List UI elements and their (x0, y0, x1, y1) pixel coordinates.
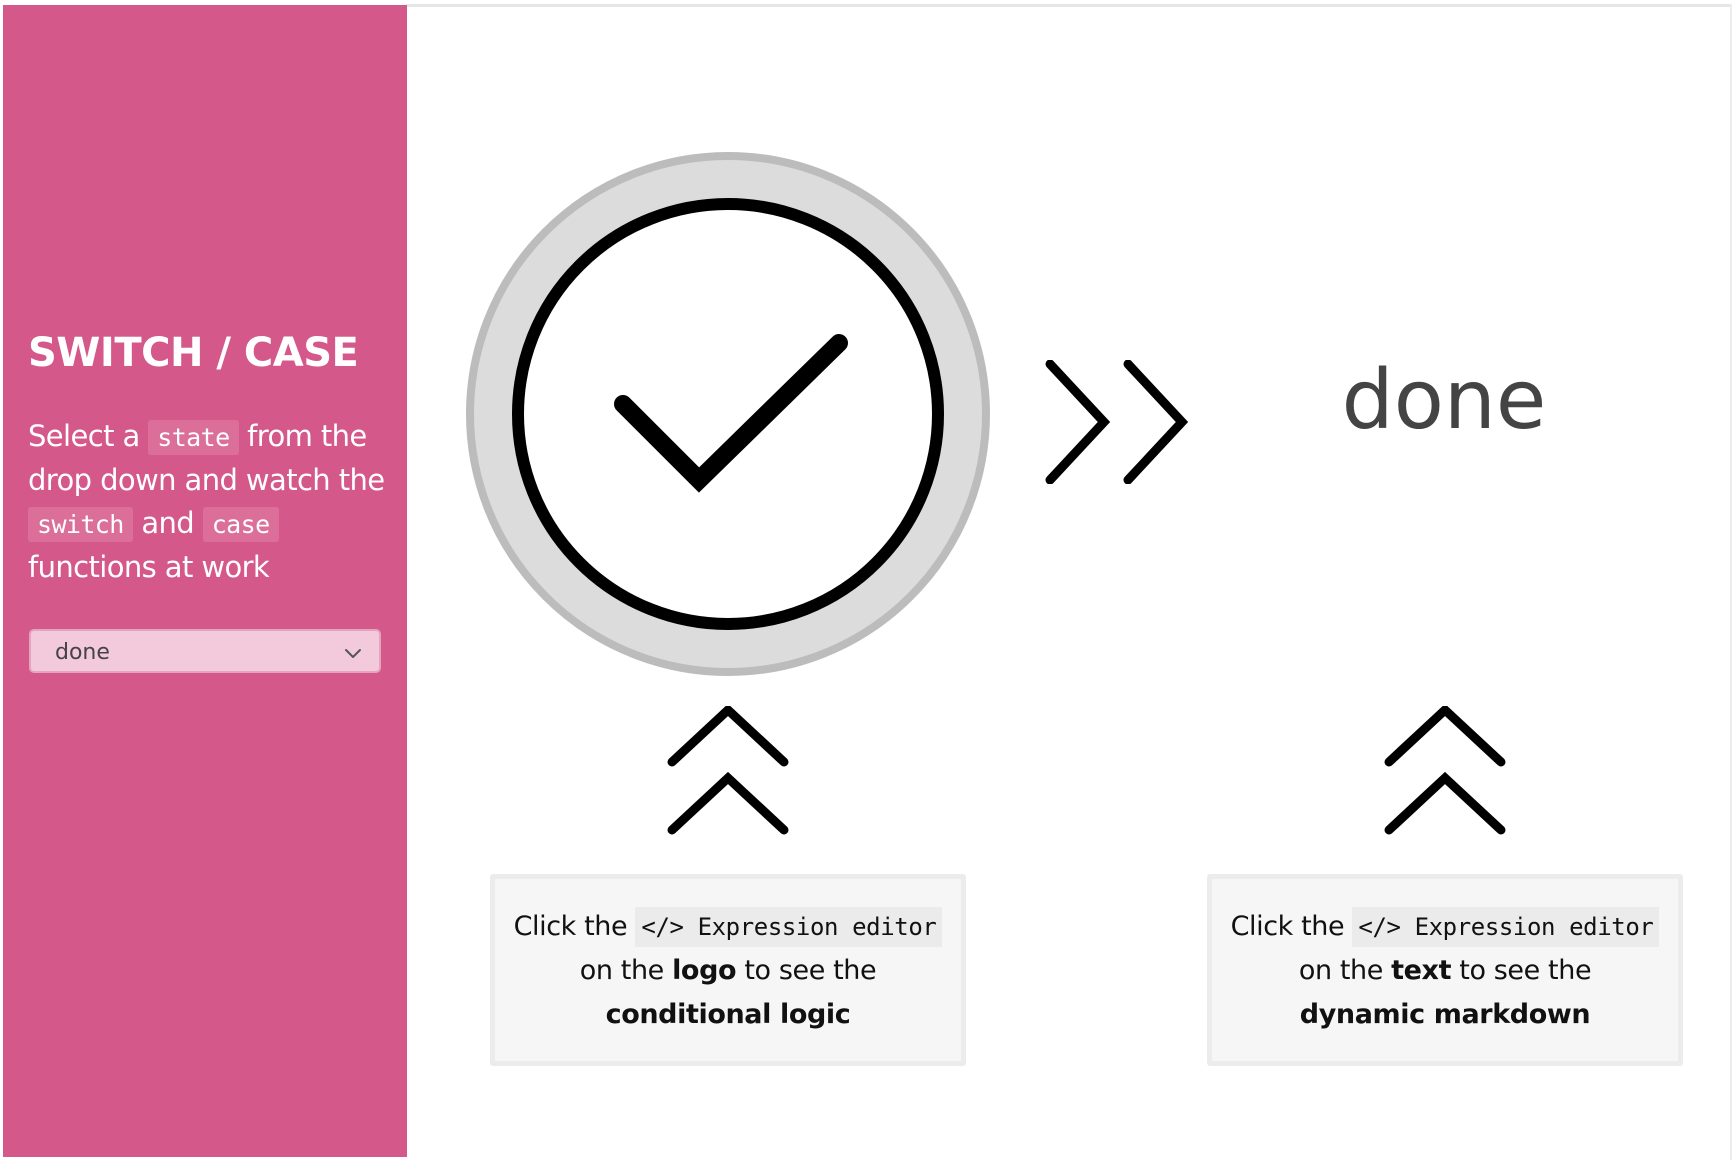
hint-bold-target: logo (672, 955, 737, 986)
code-case: case (202, 507, 279, 542)
hint-code: </> Expression editor (1352, 907, 1660, 947)
desc-text: Select a (28, 419, 140, 453)
dynamic-state-text[interactable]: done (1244, 360, 1644, 442)
code-switch: switch (28, 507, 133, 542)
sidebar-title: SWITCH / CASE (28, 330, 359, 376)
double-chevron-up-icon (1384, 706, 1506, 835)
double-chevron-right-icon (1045, 360, 1189, 484)
hint-text: to see the (744, 955, 877, 986)
hint-card-logo: Click the </> Expression editor on the l… (490, 874, 966, 1066)
logo-inner-circle (512, 198, 944, 630)
double-chevron-up-icon (667, 706, 789, 835)
app-canvas: SWITCH / CASE Select a state from the dr… (0, 0, 1732, 1160)
hint-text: on the (579, 955, 665, 986)
chevron-down-icon (345, 649, 361, 658)
hint-text: on the (1298, 955, 1384, 986)
top-divider (406, 4, 1732, 7)
sidebar: SWITCH / CASE Select a state from the dr… (3, 5, 407, 1157)
hint-text: Click the (513, 911, 628, 942)
state-dropdown-value: done (55, 640, 110, 665)
sidebar-description: Select a state from the drop down and wa… (28, 415, 398, 589)
hint-bold-target: text (1391, 955, 1452, 986)
desc-text: and (141, 506, 195, 540)
state-dropdown[interactable]: done (29, 629, 381, 673)
hint-bold-end: dynamic markdown (1299, 999, 1591, 1030)
desc-text: functions at work (28, 550, 270, 584)
checkmark-icon[interactable] (466, 152, 990, 676)
code-state: state (148, 420, 239, 455)
hint-bold-end: conditional logic (605, 999, 851, 1030)
hint-text: to see the (1459, 955, 1592, 986)
hint-code: </> Expression editor (635, 907, 943, 947)
hint-card-text: Click the </> Expression editor on the t… (1207, 874, 1683, 1066)
hint-text: Click the (1230, 911, 1345, 942)
